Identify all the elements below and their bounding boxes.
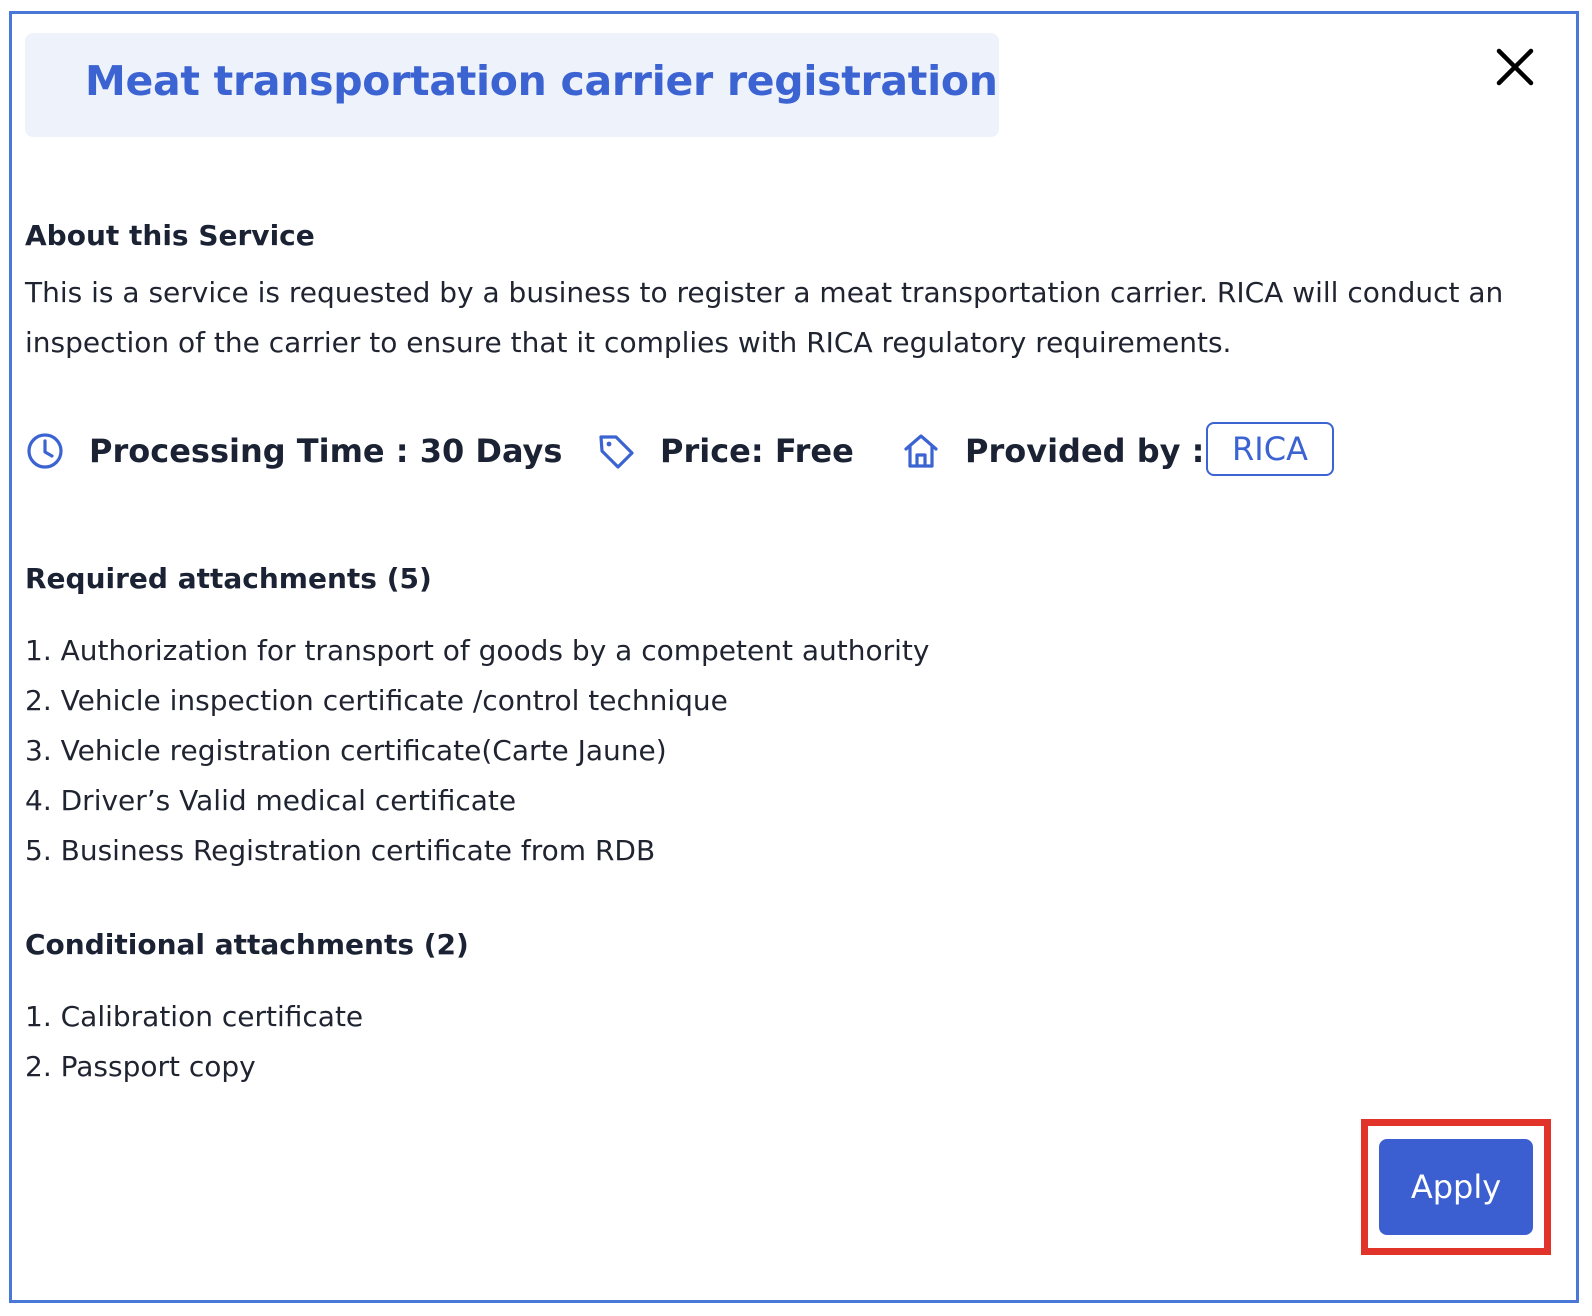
list-item: 4. Driver’s Valid medical certificate bbox=[25, 784, 517, 817]
required-attachments-list: 1. Authorization for transport of goods … bbox=[25, 626, 929, 876]
provider-item: Provided by : bbox=[901, 420, 1204, 482]
title-banner: Meat transportation carrier registration bbox=[25, 33, 999, 137]
apply-button[interactable]: Apply bbox=[1379, 1139, 1533, 1235]
required-attachments-heading: Required attachments (5) bbox=[25, 562, 432, 595]
provider-badge[interactable]: RICA bbox=[1206, 422, 1334, 476]
close-icon bbox=[1496, 48, 1534, 86]
list-item: 5. Business Registration certificate fro… bbox=[25, 834, 656, 867]
home-icon bbox=[904, 434, 938, 468]
processing-time-item: Processing Time : 30 Days bbox=[25, 420, 562, 482]
about-description: This is a service is requested by a busi… bbox=[25, 276, 1504, 359]
provided-by-label: Provided by : bbox=[965, 432, 1205, 470]
about-heading: About this Service bbox=[25, 219, 315, 252]
dialog-title: Meat transportation carrier registration bbox=[85, 57, 998, 105]
list-item: 2. Vehicle inspection certificate /contr… bbox=[25, 684, 728, 717]
list-item: 1. Authorization for transport of goods … bbox=[25, 634, 930, 667]
price-label: Price: Free bbox=[660, 432, 854, 470]
list-item: 1. Calibration certificate bbox=[25, 1000, 364, 1033]
list-item: 2. Passport copy bbox=[25, 1050, 256, 1083]
service-info-row: Processing Time : 30 Days Price: Free Pr… bbox=[25, 420, 1565, 482]
list-item: 3. Vehicle registration certificate(Cart… bbox=[25, 734, 667, 767]
conditional-attachments-list: 1. Calibration certificate 2. Passport c… bbox=[25, 992, 363, 1092]
close-button[interactable] bbox=[1494, 46, 1536, 88]
service-dialog: Meat transportation carrier registration… bbox=[9, 11, 1579, 1303]
clock-icon bbox=[27, 433, 63, 469]
tag-icon bbox=[599, 435, 634, 469]
processing-time-label: Processing Time : 30 Days bbox=[89, 432, 563, 470]
price-item: Price: Free bbox=[596, 420, 854, 482]
conditional-attachments-heading: Conditional attachments (2) bbox=[25, 928, 469, 961]
